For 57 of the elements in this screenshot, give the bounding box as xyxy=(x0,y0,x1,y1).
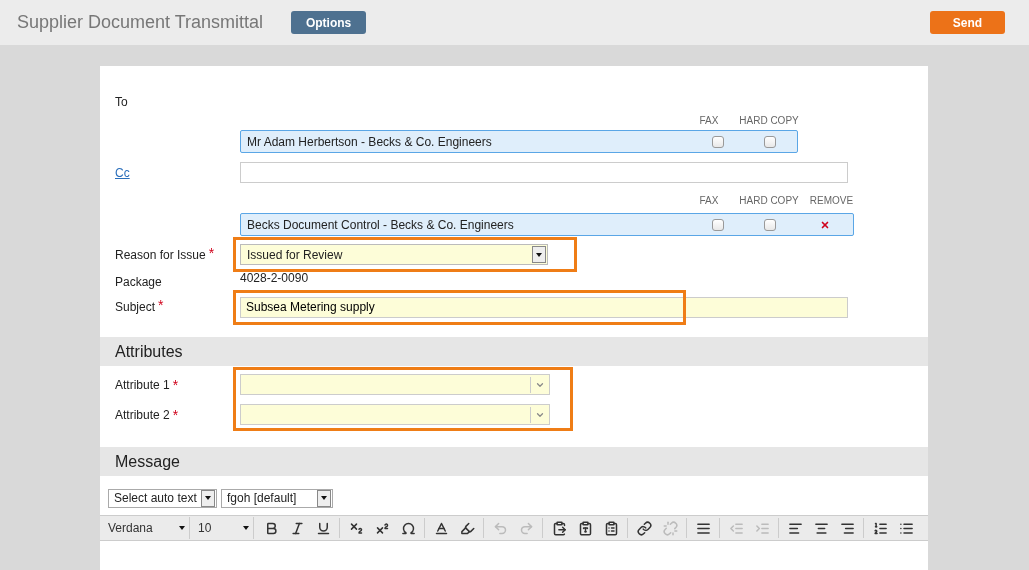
field-label: Attribute 2 xyxy=(115,407,170,422)
column-heading: FAX xyxy=(698,194,720,206)
align-center-icon xyxy=(813,520,829,536)
align-right-icon xyxy=(839,520,855,536)
paste-word-icon xyxy=(603,520,619,536)
text-color-icon xyxy=(433,520,449,536)
paste-text-icon xyxy=(577,520,593,536)
required-mark: * xyxy=(208,247,215,258)
hard-copy-checkbox[interactable] xyxy=(764,135,776,148)
bullet-list-icon xyxy=(898,520,914,536)
column-heading: HARD COPY xyxy=(738,114,800,126)
section-heading: Message xyxy=(100,447,928,476)
fax-checkbox[interactable] xyxy=(712,218,724,231)
link-icon xyxy=(636,520,652,536)
paste-icon xyxy=(551,520,567,536)
required-mark: * xyxy=(172,409,179,420)
cc-field[interactable] xyxy=(240,162,848,183)
indent-icon xyxy=(754,520,770,536)
horizontal-rule-icon xyxy=(695,520,711,536)
numbered-list-icon xyxy=(872,520,888,536)
italic-icon xyxy=(289,520,305,536)
cc-link[interactable]: Cc xyxy=(115,165,240,180)
superscript-icon xyxy=(374,520,390,536)
font-size-dropdown[interactable]: 10 xyxy=(194,517,254,539)
subject-field[interactable]: Subsea Metering supply xyxy=(240,296,848,318)
section-heading: Attributes xyxy=(100,337,928,366)
options-button[interactable]: Options xyxy=(291,11,367,34)
outdent-icon xyxy=(728,520,744,536)
background-color-icon xyxy=(459,520,475,536)
column-heading: HARD COPY xyxy=(738,194,800,206)
column-heading: FAX xyxy=(698,114,720,126)
unlink-icon xyxy=(662,520,678,536)
reason-dropdown[interactable]: Issued for Review xyxy=(240,244,548,265)
template-dropdown[interactable]: fgoh [default] xyxy=(221,488,333,508)
required-mark: * xyxy=(158,300,164,310)
special-character-icon xyxy=(400,520,416,536)
align-left-icon xyxy=(787,520,803,536)
field-label: Attribute 1 xyxy=(115,377,170,392)
field-label: Subject xyxy=(115,300,156,314)
redo-icon xyxy=(518,520,534,536)
undo-icon xyxy=(492,520,508,536)
field-label: To xyxy=(115,95,129,109)
column-heading: REMOVE xyxy=(808,194,855,206)
recipient-name: Mr Adam Herbertson - Becks & Co. Engineers xyxy=(247,134,493,149)
subscript-icon xyxy=(348,520,364,536)
underline-icon xyxy=(315,520,331,536)
remove-icon[interactable] xyxy=(820,219,830,230)
page-title: Supplier Document Transmittal xyxy=(17,12,264,33)
recipient-name: Becks Document Control - Becks & Co. Engineers xyxy=(247,217,515,232)
auto-text-dropdown[interactable]: Select auto text xyxy=(108,488,217,508)
fax-checkbox[interactable] xyxy=(712,135,724,148)
hard-copy-checkbox[interactable] xyxy=(764,218,776,231)
field-label: Package xyxy=(115,274,163,289)
package-value: 4028-2-0090 xyxy=(240,270,309,285)
field-label: Reason for Issue xyxy=(115,247,206,262)
required-mark: * xyxy=(172,379,179,390)
font-dropdown[interactable]: Verdana xyxy=(104,517,190,539)
